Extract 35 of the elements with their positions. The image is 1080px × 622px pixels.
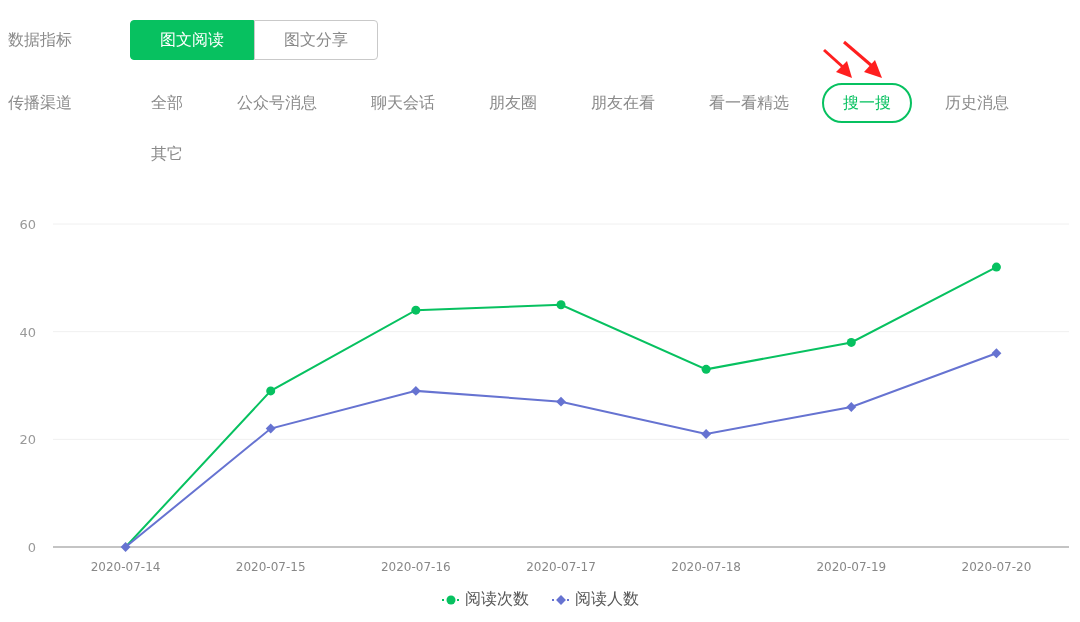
data-point bbox=[701, 429, 712, 439]
y-tick-label: 60 bbox=[19, 217, 36, 232]
metric-tab[interactable]: 图文分享 bbox=[254, 20, 378, 60]
y-tick-label: 0 bbox=[27, 540, 36, 555]
legend-dot-icon bbox=[441, 593, 461, 606]
data-point bbox=[701, 364, 711, 374]
channel-option[interactable]: 搜一搜 bbox=[822, 83, 912, 123]
x-tick-label: 2020-07-16 bbox=[381, 560, 451, 574]
x-tick-label: 2020-07-18 bbox=[671, 560, 741, 574]
legend-diamond-icon bbox=[551, 593, 571, 606]
x-tick-label: 2020-07-20 bbox=[961, 560, 1032, 574]
metric-tab[interactable]: 图文阅读 bbox=[130, 20, 254, 60]
x-tick-label: 2020-07-17 bbox=[526, 560, 596, 574]
data-point bbox=[846, 402, 857, 412]
data-point bbox=[846, 337, 856, 347]
y-tick-label: 20 bbox=[19, 432, 36, 448]
x-tick-label: 2020-07-15 bbox=[235, 560, 306, 574]
legend-label: 阅读人数 bbox=[575, 589, 639, 610]
legend-label: 阅读次数 bbox=[465, 589, 529, 610]
data-point bbox=[991, 262, 1001, 272]
data-point bbox=[265, 423, 276, 434]
filter-label: 传播渠道 bbox=[8, 92, 73, 114]
data-point bbox=[120, 542, 131, 552]
legend-item[interactable]: 阅读人数 bbox=[551, 589, 639, 610]
y-tick-label: 40 bbox=[19, 324, 36, 340]
filter-label: 数据指标 bbox=[8, 29, 73, 51]
data-point bbox=[410, 385, 421, 396]
x-tick-label: 2020-07-19 bbox=[816, 560, 887, 574]
legend-item[interactable]: 阅读次数 bbox=[441, 589, 529, 610]
data-point bbox=[556, 396, 566, 407]
data-point bbox=[411, 305, 421, 315]
data-point bbox=[991, 348, 1002, 359]
data-point bbox=[556, 300, 566, 310]
x-tick-label: 2020-07-14 bbox=[90, 560, 161, 574]
data-point bbox=[266, 386, 276, 396]
